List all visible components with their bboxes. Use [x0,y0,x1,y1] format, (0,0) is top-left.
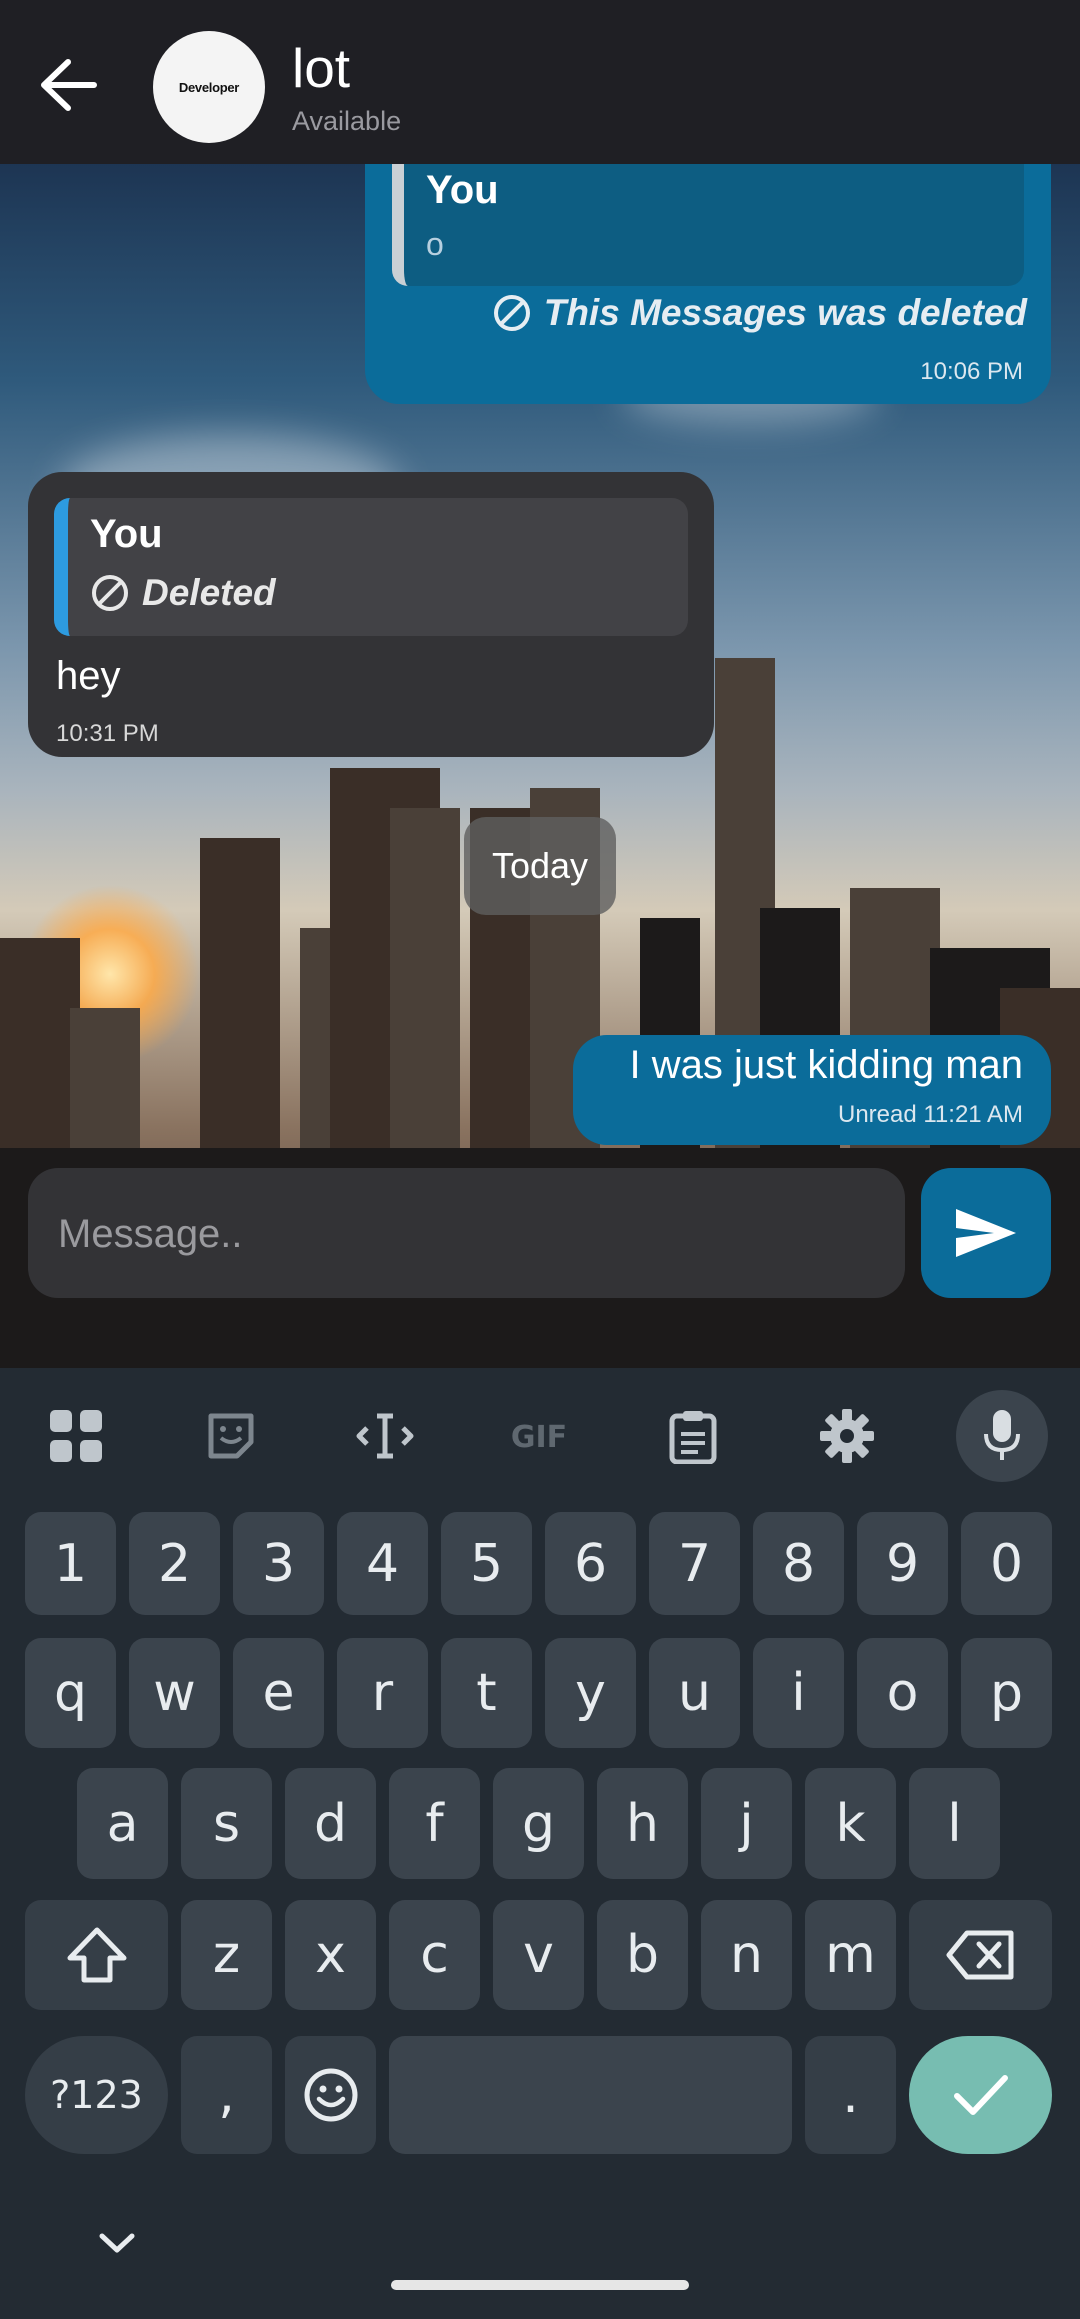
reply-quote[interactable]: You Deleted [54,498,688,636]
key-a[interactable]: a [77,1768,168,1879]
back-button[interactable] [38,58,100,112]
key-l[interactable]: l [909,1768,1000,1879]
emoji-key[interactable] [285,2036,376,2154]
done-key[interactable] [909,2036,1052,2154]
send-button[interactable] [921,1168,1051,1298]
message-text: I was just kidding man [629,1043,1023,1087]
key-7[interactable]: 7 [649,1512,740,1615]
period-key[interactable]: . [805,2036,896,2154]
key-u[interactable]: u [649,1638,740,1748]
apps-button[interactable] [30,1390,122,1482]
gif-button[interactable]: GIF [493,1390,585,1482]
blocked-icon [92,575,128,611]
apps-grid-icon [50,1410,102,1462]
key-p[interactable]: p [961,1638,1052,1748]
space-key[interactable] [389,2036,792,2154]
text-cursor-icon [356,1413,414,1459]
message-status-time: Unread 11:21 AM [837,1101,1023,1128]
key-t[interactable]: t [441,1638,532,1748]
date-separator: Today [464,817,616,915]
shift-key[interactable] [25,1900,168,2010]
backspace-key[interactable] [909,1900,1052,2010]
avatar-logo-text: Developer [178,79,240,95]
deleted-message-text: This Messages was deleted [543,292,1027,333]
symbols-key[interactable]: ?123 [25,2036,168,2154]
key-h[interactable]: h [597,1768,688,1879]
key-9[interactable]: 9 [857,1512,948,1615]
key-n[interactable]: n [701,1900,792,2010]
key-2[interactable]: 2 [129,1512,220,1615]
reply-text: Deleted [142,572,276,613]
voice-input-button[interactable] [956,1390,1048,1482]
clipboard-icon [669,1411,717,1464]
reply-sender: You [426,168,499,212]
checkmark-icon [953,2075,1008,2115]
key-w[interactable]: w [129,1638,220,1748]
send-icon [956,1209,1016,1257]
text-cursor-button[interactable] [339,1390,431,1482]
key-6[interactable]: 6 [545,1512,636,1615]
chat-header: Developer lot Available [0,0,1080,164]
soft-keyboard: GIF 1 2 3 4 5 6 7 8 9 0 q w e r t y u i … [0,1368,1080,2319]
message-input[interactable] [56,1168,880,1300]
key-x[interactable]: x [285,1900,376,2010]
key-8[interactable]: 8 [753,1512,844,1615]
reply-quote[interactable]: You o [392,164,1024,286]
settings-button[interactable] [801,1390,893,1482]
incoming-message-bubble[interactable]: You Deleted hey 10:31 PM [28,472,714,757]
blocked-icon [493,295,530,331]
outgoing-message-bubble[interactable]: I was just kidding man Unread 11:21 AM [573,1035,1051,1145]
shift-icon [67,1927,126,1983]
arrow-left-icon [41,59,97,111]
key-v[interactable]: v [493,1900,584,2010]
outgoing-message-bubble[interactable]: You o This Messages was deleted 10:06 PM [365,164,1051,404]
message-input-container[interactable] [28,1168,905,1300]
key-e[interactable]: e [233,1638,324,1748]
comma-key[interactable]: , [181,2036,272,2154]
key-3[interactable]: 3 [233,1512,324,1615]
backspace-icon [946,1930,1013,1980]
key-z[interactable]: z [181,1900,272,2010]
key-b[interactable]: b [597,1900,688,2010]
key-f[interactable]: f [389,1768,480,1879]
key-j[interactable]: j [701,1768,792,1879]
microphone-icon [984,1410,1020,1460]
key-m[interactable]: m [805,1900,896,2010]
key-r[interactable]: r [337,1638,428,1748]
key-o[interactable]: o [857,1638,948,1748]
key-s[interactable]: s [181,1768,272,1879]
emoji-icon [304,2068,357,2122]
key-4[interactable]: 4 [337,1512,428,1615]
key-g[interactable]: g [493,1768,584,1879]
chat-area[interactable]: You o This Messages was deleted 10:06 PM… [0,164,1080,1368]
svg-text:GIF: GIF [511,1420,567,1454]
settings-gear-icon [820,1409,874,1463]
reply-text: o [426,226,444,262]
deleted-message: This Messages was deleted [492,292,1027,334]
home-indicator[interactable] [391,2280,689,2290]
avatar[interactable]: Developer [153,31,265,143]
gif-icon: GIF [511,1420,567,1454]
sticker-icon [208,1413,254,1459]
contact-status: Available [292,106,402,136]
key-i[interactable]: i [753,1638,844,1748]
contact-name[interactable]: lot [292,36,350,100]
key-d[interactable]: d [285,1768,376,1879]
key-0[interactable]: 0 [961,1512,1052,1615]
sticker-button[interactable] [185,1390,277,1482]
clipboard-button[interactable] [647,1390,739,1482]
reply-sender: You [90,512,163,556]
chevron-down-icon [99,2233,135,2253]
message-time: 10:31 PM [56,720,159,747]
key-y[interactable]: y [545,1638,636,1748]
key-q[interactable]: q [25,1638,116,1748]
reply-deleted: Deleted [90,572,276,614]
message-time: 10:06 PM [920,358,1023,385]
hide-keyboard-button[interactable] [96,2230,138,2261]
key-k[interactable]: k [805,1768,896,1879]
key-c[interactable]: c [389,1900,480,2010]
key-5[interactable]: 5 [441,1512,532,1615]
key-1[interactable]: 1 [25,1512,116,1615]
message-text: hey [56,654,121,698]
